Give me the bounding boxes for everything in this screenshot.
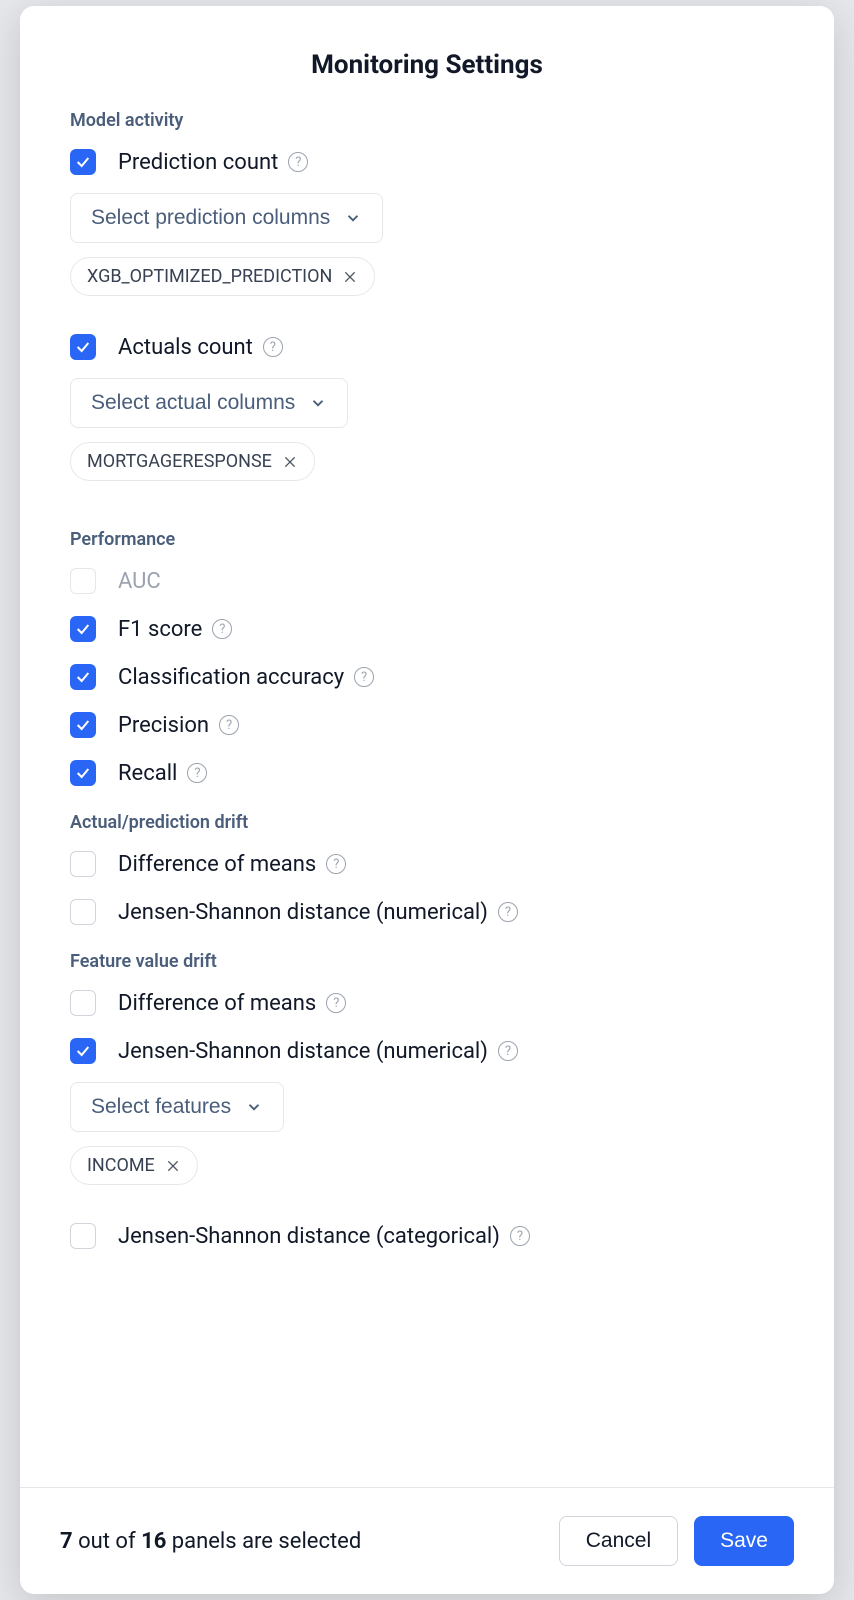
label-f1-score: F1 score ? xyxy=(118,617,232,642)
section-actual-prediction-drift: Actual/prediction drift Difference of me… xyxy=(70,812,784,929)
label-apd-js-numerical: Jensen-Shannon distance (numerical) ? xyxy=(118,900,518,925)
check-icon xyxy=(75,669,91,685)
help-icon[interactable]: ? xyxy=(498,902,518,922)
option-actuals-count: Actuals count ? xyxy=(70,330,784,364)
help-icon[interactable]: ? xyxy=(326,993,346,1013)
chevron-down-icon xyxy=(245,1098,263,1116)
option-auc: AUC xyxy=(70,564,784,598)
help-icon[interactable]: ? xyxy=(510,1226,530,1246)
close-icon[interactable] xyxy=(282,454,298,470)
checkbox-recall[interactable] xyxy=(70,760,96,786)
checkbox-apd-diff-means[interactable] xyxy=(70,851,96,877)
option-recall: Recall ? xyxy=(70,756,784,790)
help-icon[interactable]: ? xyxy=(354,667,374,687)
select-prediction-columns-button[interactable]: Select prediction columns xyxy=(70,193,383,243)
label-fvd-diff-means: Difference of means ? xyxy=(118,991,346,1016)
checkbox-classification-accuracy[interactable] xyxy=(70,664,96,690)
section-title-performance: Performance xyxy=(70,529,784,550)
actuals-count-subsection: Select actual columns MORTGAGERESPONSE xyxy=(70,378,784,481)
monitoring-settings-modal: Monitoring Settings Model activity Predi… xyxy=(20,6,834,1594)
label-fvd-js-categorical: Jensen-Shannon distance (categorical) ? xyxy=(118,1224,530,1249)
features-chips: INCOME xyxy=(70,1146,784,1185)
option-fvd-diff-means: Difference of means ? xyxy=(70,986,784,1020)
help-icon[interactable]: ? xyxy=(212,619,232,639)
chip-actual-column: MORTGAGERESPONSE xyxy=(70,442,315,481)
help-icon[interactable]: ? xyxy=(187,763,207,783)
check-icon xyxy=(75,717,91,733)
checkbox-auc xyxy=(70,568,96,594)
section-title-actual-prediction-drift: Actual/prediction drift xyxy=(70,812,784,833)
label-precision: Precision ? xyxy=(118,713,239,738)
label-fvd-js-numerical: Jensen-Shannon distance (numerical) ? xyxy=(118,1039,518,1064)
check-icon xyxy=(75,621,91,637)
actual-columns-chips: MORTGAGERESPONSE xyxy=(70,442,784,481)
help-icon[interactable]: ? xyxy=(498,1041,518,1061)
chevron-down-icon xyxy=(309,394,327,412)
select-features-button[interactable]: Select features xyxy=(70,1082,284,1132)
option-apd-diff-means: Difference of means ? xyxy=(70,847,784,881)
prediction-columns-chips: XGB_OPTIMIZED_PREDICTION xyxy=(70,257,784,296)
check-icon xyxy=(75,339,91,355)
label-prediction-count: Prediction count ? xyxy=(118,150,308,175)
save-button[interactable]: Save xyxy=(694,1516,794,1566)
option-fvd-js-numerical: Jensen-Shannon distance (numerical) ? xyxy=(70,1034,784,1068)
select-actual-columns-button[interactable]: Select actual columns xyxy=(70,378,348,428)
section-performance: Performance AUC F1 score ? Cla xyxy=(70,529,784,790)
modal-body[interactable]: Model activity Prediction count ? Select… xyxy=(20,110,834,1487)
checkbox-f1-score[interactable] xyxy=(70,616,96,642)
close-icon[interactable] xyxy=(342,269,358,285)
section-title-feature-value-drift: Feature value drift xyxy=(70,951,784,972)
section-feature-value-drift: Feature value drift Difference of means … xyxy=(70,951,784,1253)
checkbox-precision[interactable] xyxy=(70,712,96,738)
checkbox-fvd-js-numerical[interactable] xyxy=(70,1038,96,1064)
chevron-down-icon xyxy=(344,209,362,227)
chip-feature: INCOME xyxy=(70,1146,198,1185)
label-auc: AUC xyxy=(118,569,161,594)
checkbox-actuals-count[interactable] xyxy=(70,334,96,360)
section-title-model-activity: Model activity xyxy=(70,110,784,131)
label-recall: Recall ? xyxy=(118,761,207,786)
section-model-activity: Model activity Prediction count ? Select… xyxy=(70,110,784,481)
close-icon[interactable] xyxy=(165,1158,181,1174)
checkbox-fvd-js-categorical[interactable] xyxy=(70,1223,96,1249)
footer-selection-count: 7 out of 16 panels are selected xyxy=(60,1529,361,1554)
modal-title: Monitoring Settings xyxy=(70,50,784,80)
help-icon[interactable]: ? xyxy=(326,854,346,874)
check-icon xyxy=(75,765,91,781)
label-apd-diff-means: Difference of means ? xyxy=(118,852,346,877)
option-apd-js-numerical: Jensen-Shannon distance (numerical) ? xyxy=(70,895,784,929)
label-actuals-count: Actuals count ? xyxy=(118,335,283,360)
checkbox-apd-js-numerical[interactable] xyxy=(70,899,96,925)
checkbox-fvd-diff-means[interactable] xyxy=(70,990,96,1016)
option-precision: Precision ? xyxy=(70,708,784,742)
option-prediction-count: Prediction count ? xyxy=(70,145,784,179)
footer-buttons: Cancel Save xyxy=(559,1516,794,1566)
check-icon xyxy=(75,154,91,170)
help-icon[interactable]: ? xyxy=(219,715,239,735)
prediction-count-subsection: Select prediction columns XGB_OPTIMIZED_… xyxy=(70,193,784,296)
check-icon xyxy=(75,1043,91,1059)
chip-prediction-column: XGB_OPTIMIZED_PREDICTION xyxy=(70,257,375,296)
fvd-js-numerical-subsection: Select features INCOME xyxy=(70,1082,784,1185)
option-fvd-js-categorical: Jensen-Shannon distance (categorical) ? xyxy=(70,1219,784,1253)
label-classification-accuracy: Classification accuracy ? xyxy=(118,665,374,690)
option-classification-accuracy: Classification accuracy ? xyxy=(70,660,784,694)
help-icon[interactable]: ? xyxy=(288,152,308,172)
option-f1-score: F1 score ? xyxy=(70,612,784,646)
help-icon[interactable]: ? xyxy=(263,337,283,357)
cancel-button[interactable]: Cancel xyxy=(559,1516,678,1566)
checkbox-prediction-count[interactable] xyxy=(70,149,96,175)
modal-footer: 7 out of 16 panels are selected Cancel S… xyxy=(20,1487,834,1594)
modal-header: Monitoring Settings xyxy=(20,6,834,110)
